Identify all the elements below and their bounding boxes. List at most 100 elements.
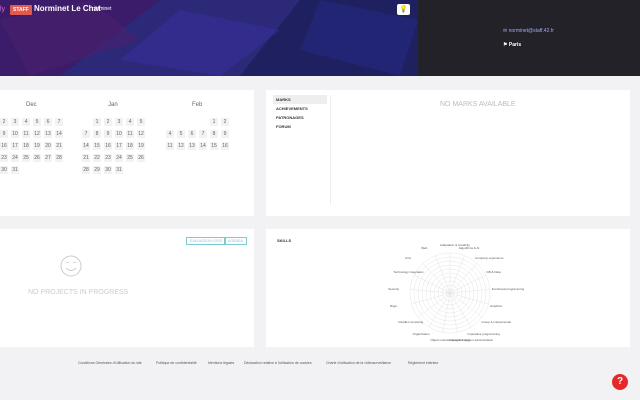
calendar-day: 4 [126,118,134,126]
calendar-day: 14 [55,130,63,138]
calendar-day: 24 [115,154,123,162]
calendar-day: 25 [126,154,134,162]
skill-label: Company experience [475,255,504,260]
calendar-day: 23 [0,154,8,162]
skill-label: Technology integration [393,269,424,274]
calendar-day: 10 [115,130,123,138]
calendar-day: 30 [0,166,8,174]
skill-label: Imperative programming [467,331,500,336]
calendar-day: 9 [221,130,229,138]
no-projects-text: No projects in progress [28,289,129,296]
skill-label: DB & Data [486,269,501,274]
radar-axis [449,255,465,294]
help-button[interactable]: ? [612,374,628,390]
calendar-day: 1 [93,118,101,126]
no-marks-text: NO MARKS AVAILABLE [440,101,516,108]
calendar-day: 9 [104,130,112,138]
calendar-day: 17 [115,142,123,150]
calendar-day: 31 [11,166,19,174]
calendar-day: 16 [0,142,8,150]
skill-label: Unix [404,255,411,260]
month-label-feb: Feb [192,102,203,108]
calendar-day: 15 [93,142,101,150]
footer-link-legal[interactable]: Mentions légales [208,361,234,365]
radar-axis [435,255,451,294]
skill-label: Group & interpersonal [481,319,511,324]
user-name: Norminet Le Chat [34,4,101,13]
calendar-day: 19 [33,142,41,150]
footer-link-rules[interactable]: Règlement intérieur [408,361,439,365]
calendar-day: 11 [126,130,134,138]
skill-label: Parallel computing [398,319,424,324]
calendar-day: 22 [93,154,101,162]
skill-label: Security [388,286,400,291]
calendar-day: 14 [82,142,90,150]
skill-label: Organization [412,331,430,336]
calendar-day: 2 [104,118,112,126]
month-label-jan: Jan [108,102,118,108]
projects-card [0,229,254,347]
calendar-day: 1 [210,118,218,126]
radar-axis [449,292,483,318]
calendar-day: 26 [33,154,41,162]
calendar-day: 16 [104,142,112,150]
calendar-day: 25 [22,154,30,162]
radar-axis [422,263,451,294]
calendar-day: 2 [0,118,8,126]
calendar-day: 26 [137,154,145,162]
city-info: ⚑ Paris [503,42,522,48]
calendar-day: 29 [93,166,101,174]
footer-link-privacy[interactable]: Politique de confidentialité [156,361,197,365]
calendar-day: 21 [55,142,63,150]
calendar-day: 19 [137,142,145,150]
footer-link-cookies[interactable]: Déclaration relative à l'utilisation de … [244,361,312,365]
agenda-button[interactable]: AGENDA [224,237,247,245]
brand-fragment: ly [0,6,6,13]
calendar-day: 16 [221,142,229,150]
calendar-day: 8 [210,130,218,138]
calendar-day: 6 [44,118,52,126]
header-user-panel [418,0,640,76]
staff-badge: STAFF [10,5,32,15]
calendar-day: 8 [93,130,101,138]
user-login: norminet [92,6,112,12]
marks-tabs: MARKS ACHIEVEMENTS PATRONAGES FORUM [273,95,327,131]
calendar-day: 23 [104,154,112,162]
calendar-day: 3 [11,118,19,126]
email-link[interactable]: ✉ norminet@staff.42.fr [503,28,554,34]
calendar-day: 11 [22,130,30,138]
calendar-day: 31 [115,166,123,174]
tab-patronages[interactable]: PATRONAGES [273,113,327,122]
evaluation-logs-button[interactable]: EVALUATION LOGS [186,237,227,245]
email-text: norminet@staff.42.fr [508,28,554,34]
lightbulb-icon[interactable]: 💡 [397,4,410,15]
calendar-day: 12 [137,130,145,138]
tab-forum[interactable]: FORUM [273,122,327,131]
skill-label: Algorithms & AI [458,246,480,251]
calendar-day: 4 [22,118,30,126]
month-label-dec: Dec [26,102,37,108]
skills-title: SKILLS [277,238,292,243]
calendar-day: 3 [115,118,123,126]
calendar-day: 27 [44,154,52,162]
calendar-day: 11 [166,142,174,150]
calendar-day: 10 [11,130,19,138]
footer [0,356,640,374]
skill-label: Rigor [389,304,398,309]
calendar-day: 18 [22,142,30,150]
calendar-day: 7 [55,118,63,126]
calendar-day: 2 [221,118,229,126]
footer-link-video[interactable]: Charte d'utilisation de la vidéosurveill… [326,361,391,365]
calendar-day: 5 [177,130,185,138]
calendar-day: 17 [11,142,19,150]
footer-link-cgu[interactable]: Conditions Générales d'Utilisation du si… [78,361,142,365]
calendar-day: 5 [137,118,145,126]
radar-axis [449,263,478,294]
tab-achievements[interactable]: ACHIEVEMENTS [273,104,327,113]
calendar-day: 18 [126,142,134,150]
calendar-day: 12 [33,130,41,138]
calendar-day: 20 [44,142,52,150]
tab-marks[interactable]: MARKS [273,95,327,104]
skill-label: Graphics [490,304,503,309]
calendar-day: 28 [82,166,90,174]
